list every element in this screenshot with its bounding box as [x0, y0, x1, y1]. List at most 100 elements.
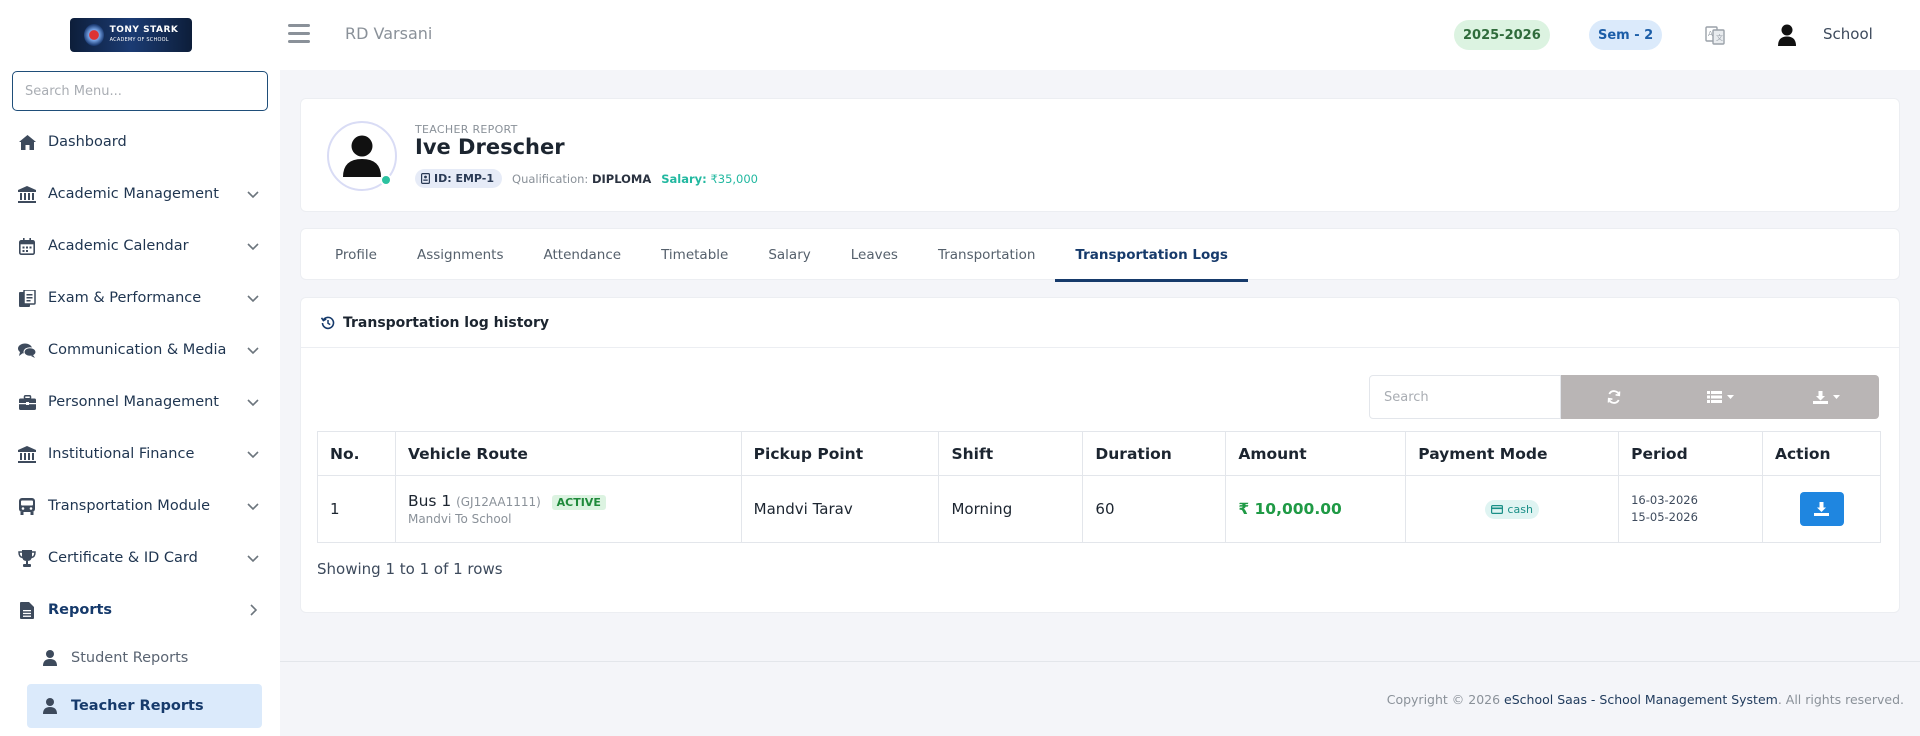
menu-toggle-icon[interactable]	[288, 24, 310, 44]
sidebar: TONY STARK ACADEMY OF SCHOOL Dashboard A…	[0, 0, 280, 736]
cell-pickup-point: Mandvi Tarav	[740, 475, 940, 543]
credit-card-icon	[1491, 504, 1504, 514]
refresh-button[interactable]	[1561, 375, 1667, 419]
sidebar-item-label: Dashboard	[48, 134, 127, 150]
chevron-down-icon	[247, 191, 259, 199]
cell-payment-mode: cash	[1405, 475, 1620, 543]
user-avatar-icon	[343, 135, 381, 177]
sidebar-item-label: Exam & Performance	[48, 290, 202, 306]
user-menu-label[interactable]: School	[1823, 25, 1873, 43]
tab-attendance[interactable]: Attendance	[524, 229, 642, 281]
sidebar-item-transportation-module[interactable]: Transportation Module	[0, 480, 280, 532]
status-badge: ACTIVE	[551, 495, 606, 510]
column-header[interactable]: Duration	[1082, 431, 1227, 476]
user-icon	[43, 698, 57, 714]
home-icon	[18, 133, 36, 151]
calendar-icon	[18, 237, 36, 255]
svg-text:A: A	[1708, 30, 1713, 38]
column-header[interactable]: Shift	[938, 431, 1084, 476]
cell-period: 16-03-2026 15-05-2026	[1618, 475, 1763, 543]
cell-shift: Morning	[938, 475, 1084, 543]
user-avatar-icon[interactable]	[1777, 24, 1797, 46]
sidebar-subitem-student-reports[interactable]: Student Reports	[27, 636, 262, 680]
salary: Salary: ₹35,000	[661, 171, 758, 186]
sidebar-item-institutional-finance[interactable]: Institutional Finance	[0, 428, 280, 480]
bus-icon	[18, 497, 36, 515]
vehicle-number: (GJ12AA1111)	[456, 495, 541, 509]
sidebar-item-label: Academic Management	[48, 186, 219, 202]
caret-down-icon	[1832, 395, 1840, 399]
log-card-title: Transportation log history	[343, 314, 550, 331]
qualification: Qualification: DIPLOMA	[512, 171, 652, 186]
export-button[interactable]	[1773, 375, 1879, 419]
sidebar-subitem-teacher-reports[interactable]: Teacher Reports	[27, 684, 262, 728]
sidebar-item-communication-media[interactable]: Communication & Media	[0, 324, 280, 376]
sidebar-item-academic-management[interactable]: Academic Management	[0, 168, 280, 220]
column-header[interactable]: No.	[317, 431, 396, 476]
session-year-badge[interactable]: 2025-2026	[1454, 20, 1550, 50]
period-start: 16-03-2026	[1631, 493, 1698, 507]
org-name: RD Varsani	[345, 24, 433, 43]
chevron-down-icon	[247, 555, 259, 563]
language-icon[interactable]: A文	[1705, 25, 1725, 45]
column-header[interactable]: Amount	[1225, 431, 1407, 476]
chevron-down-icon	[247, 399, 259, 407]
chevron-down-icon	[247, 347, 259, 355]
bank-icon	[18, 185, 36, 203]
table-toolbar	[1561, 375, 1879, 419]
column-header[interactable]: Vehicle Route	[394, 431, 742, 476]
reports-submenu: Student Reports Teacher Reports	[0, 636, 280, 732]
cell-no: 1	[317, 475, 396, 543]
sidebar-item-certificate-id-card[interactable]: Certificate & ID Card	[0, 532, 280, 584]
sidebar-item-academic-calendar[interactable]: Academic Calendar	[0, 220, 280, 272]
logo-emblem-icon	[83, 24, 104, 46]
tab-assignments[interactable]: Assignments	[397, 229, 524, 281]
column-header[interactable]: Payment Mode	[1405, 431, 1620, 476]
column-header[interactable]: Period	[1618, 431, 1763, 476]
tab-leaves[interactable]: Leaves	[831, 229, 918, 281]
chat-icon	[18, 341, 36, 359]
report-tabs-card: Profile Assignments Attendance Timetable…	[300, 228, 1900, 282]
tab-transportation[interactable]: Transportation	[918, 229, 1055, 281]
download-icon	[1814, 502, 1829, 516]
tab-timetable[interactable]: Timetable	[641, 229, 748, 281]
table-search-input[interactable]	[1369, 375, 1561, 419]
pagination-info: Showing 1 to 1 of 1 rows	[317, 560, 503, 578]
online-status-dot	[380, 174, 392, 186]
school-logo[interactable]: TONY STARK ACADEMY OF SCHOOL	[70, 18, 192, 52]
log-card-header: Transportation log history	[301, 298, 1899, 348]
id-card-icon	[421, 173, 430, 184]
cell-duration: 60	[1082, 475, 1227, 543]
sidebar-item-label: Communication & Media	[48, 342, 227, 358]
chevron-right-icon	[250, 604, 258, 616]
search-menu-input[interactable]	[12, 71, 268, 111]
tab-transportation-logs[interactable]: Transportation Logs	[1055, 229, 1248, 282]
semester-badge[interactable]: Sem - 2	[1589, 20, 1663, 50]
transportation-log-card: Transportation log history No. Vehicle R…	[300, 297, 1900, 613]
sidebar-item-personnel-management[interactable]: Personnel Management	[0, 376, 280, 428]
sidebar-item-exam-performance[interactable]: Exam & Performance	[0, 272, 280, 324]
table-header-row: No. Vehicle Route Pickup Point Shift Dur…	[317, 431, 1881, 476]
footer-brand-link[interactable]: eSchool Saas - School Management System	[1504, 692, 1778, 707]
sidebar-item-reports[interactable]: Reports	[0, 584, 280, 636]
tab-salary[interactable]: Salary	[748, 229, 830, 281]
tab-profile[interactable]: Profile	[315, 229, 397, 281]
logo-text: TONY STARK ACADEMY OF SCHOOL	[109, 25, 179, 43]
column-header[interactable]: Pickup Point	[740, 431, 940, 476]
refresh-icon	[1607, 390, 1621, 404]
chevron-down-icon	[247, 295, 259, 303]
list-icon	[1706, 391, 1722, 403]
chevron-down-icon	[247, 503, 259, 511]
vehicle-name: Bus 1	[407, 492, 452, 510]
sidebar-item-dashboard[interactable]: Dashboard	[0, 116, 280, 168]
topbar: RD Varsani 2025-2026 Sem - 2 A文 School	[280, 0, 1920, 70]
columns-toggle-button[interactable]	[1667, 375, 1773, 419]
download-receipt-button[interactable]	[1799, 492, 1844, 526]
trophy-icon	[18, 549, 36, 567]
amount-value: ₹ 10,000.00	[1238, 500, 1342, 518]
route-name: Mandvi To School	[407, 512, 512, 526]
employee-id-badge: ID: EMP-1	[415, 169, 503, 188]
payment-mode-badge: cash	[1485, 499, 1539, 519]
report-tabs: Profile Assignments Attendance Timetable…	[315, 229, 1248, 282]
transportation-log-table: No. Vehicle Route Pickup Point Shift Dur…	[317, 431, 1881, 543]
